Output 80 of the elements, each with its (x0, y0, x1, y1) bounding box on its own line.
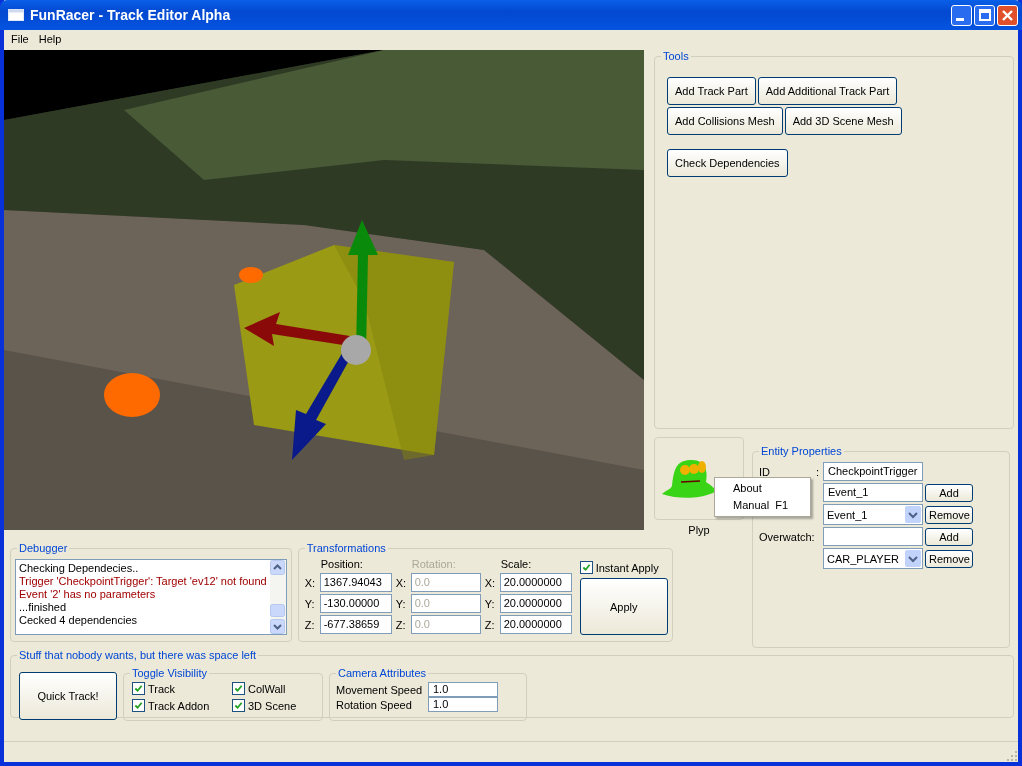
input-field[interactable]: 20.0000000 (499, 594, 572, 613)
axis-label: Z: (395, 618, 407, 631)
axis-label: X: (395, 576, 408, 589)
quick-track-button[interactable]: Quick Track! (19, 672, 117, 720)
minimize-icon (955, 17, 964, 21)
app-icon (8, 9, 24, 21)
axis-label: Z: (304, 618, 316, 631)
input-field[interactable]: 20.0000000 (499, 615, 572, 634)
caret-icon (905, 506, 921, 523)
log-line: Trigger 'CheckpointTrigger': Target 'ev12' not found (19, 575, 267, 588)
axis-label: Z: (484, 618, 496, 631)
action-button[interactable]: Add (925, 527, 973, 546)
field-label: : (815, 465, 819, 478)
column-label: Rotation: (410, 557, 457, 571)
axis-label: Y: (395, 597, 407, 610)
group-title: Tools (661, 49, 691, 63)
close-icon (1002, 9, 1013, 21)
action-button[interactable]: Remove (925, 549, 973, 568)
checkbox[interactable] (132, 682, 145, 695)
checkbox-label: ColWall (248, 682, 286, 695)
maximize-icon (978, 9, 991, 21)
checkbox-label: Instant Apply (595, 561, 659, 574)
input-field[interactable]: -130.00000 (319, 594, 392, 613)
input-field[interactable]: CheckpointTrigger (823, 462, 923, 481)
checkbox[interactable] (579, 561, 593, 574)
mascot-label: Plyp (688, 524, 710, 536)
log-line: ...finished (19, 601, 68, 614)
field-label: ID (759, 465, 770, 478)
menu-item[interactable]: About (715, 480, 810, 497)
tool-button[interactable]: Add Track Part (667, 77, 756, 105)
tool-button[interactable]: Add Collisions Mesh (667, 107, 783, 135)
checkbox-label: Track (148, 682, 176, 695)
axis-label: X: (484, 576, 497, 589)
axis-label: Y: (304, 597, 316, 610)
tool-button[interactable]: Check Dependencies (667, 149, 788, 177)
field-label: Overwatch: (759, 530, 815, 543)
log-line: Event '2' has no parameters (19, 588, 157, 601)
scroll-bar[interactable] (269, 560, 286, 634)
action-button[interactable]: Add (925, 483, 973, 502)
checkbox-label: Track Addon (148, 699, 210, 712)
input-field[interactable]: -677.38659 (319, 615, 392, 634)
input-field[interactable]: 1.0 (428, 682, 498, 697)
checkbox-label: 3D Scene (248, 699, 297, 712)
input-field[interactable]: Event_1 (823, 483, 923, 502)
input-field[interactable]: 20.0000000 (499, 573, 572, 592)
action-button[interactable]: Remove (925, 505, 973, 524)
menu-item[interactable]: File (6, 33, 34, 45)
group-title: Stuff that nobody wants, but there was space left (17, 648, 259, 662)
caret-icon (905, 550, 921, 567)
input-field[interactable]: 1367.94043 (319, 573, 392, 592)
column-label: Scale: (499, 557, 533, 571)
log-line: Checking Dependecies.. (19, 562, 140, 575)
tool-button[interactable]: Add Additional Track Part (757, 77, 898, 105)
input-field[interactable] (823, 527, 923, 546)
field-label: Movement Speed (336, 683, 424, 696)
minimize-button[interactable] (951, 4, 972, 26)
group-title: Camera Attributes (336, 666, 429, 680)
menu-item[interactable]: Manual F1 (715, 497, 810, 514)
maximize-button[interactable] (974, 4, 995, 26)
resize-grip-icon (1006, 750, 1018, 762)
group-title: Transformations (304, 541, 388, 555)
group-title: Debugger (17, 541, 70, 555)
dropdown[interactable]: Event_1 (823, 504, 923, 525)
tool-button[interactable]: Add 3D Scene Mesh (784, 107, 902, 135)
dropdown[interactable]: CAR_PLAYER (823, 548, 923, 569)
checkbox[interactable] (232, 682, 245, 695)
input-field[interactable]: 1.0 (428, 697, 498, 712)
apply-button[interactable]: Apply (579, 578, 668, 635)
group-title: Entity Properties (759, 444, 844, 458)
axis-label: Y: (484, 597, 496, 610)
checkbox[interactable] (132, 699, 145, 712)
field-label: Rotation Speed (336, 698, 413, 711)
close-button[interactable] (997, 4, 1018, 26)
group-title: Toggle Visibility (130, 666, 209, 680)
checkbox[interactable] (232, 699, 245, 712)
menu-item[interactable]: Help (33, 33, 67, 45)
log-line: Cecked 4 dependencies (19, 614, 139, 627)
window-title: FunRacer - Track Editor Alpha (30, 7, 231, 23)
axis-label: X: (304, 576, 317, 589)
column-label: Position: (319, 557, 364, 571)
